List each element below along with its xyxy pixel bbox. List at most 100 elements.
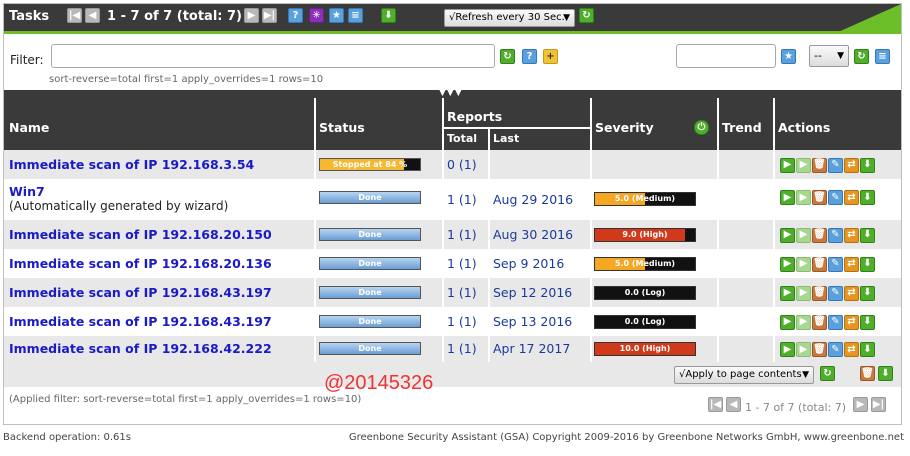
delete-icon[interactable]: 🗑 [812, 227, 827, 243]
clone-icon[interactable]: ⇄ [844, 314, 859, 330]
start-icon[interactable]: ▶ [780, 285, 795, 301]
start-icon[interactable]: ▶ [780, 190, 795, 205]
new-filter-icon[interactable]: + [543, 49, 558, 64]
first-page-icon[interactable]: |◀ [67, 8, 82, 23]
task-name-link[interactable]: Immediate scan of IP 192.168.20.136 [9, 256, 272, 271]
last-page-icon[interactable]: ▶| [262, 8, 277, 23]
task-name-link[interactable]: Immediate scan of IP 192.168.43.197 [9, 285, 272, 300]
task-name-link[interactable]: Immediate scan of IP 192.168.3.54 [9, 157, 254, 172]
refresh-filter-icon[interactable]: ↻ [500, 49, 515, 64]
export-icon[interactable]: ⬇ [860, 227, 875, 243]
report-count-link[interactable]: 1 (1) [447, 227, 477, 242]
last-report-link[interactable]: Sep 12 2016 [493, 285, 572, 300]
resume-icon[interactable]: ▶ [796, 342, 811, 357]
report-count-link[interactable]: 0 (1) [447, 157, 477, 172]
last-report-link[interactable]: Aug 30 2016 [493, 227, 573, 242]
bulk-export-icon[interactable]: ⬇ [878, 366, 893, 381]
edit-icon[interactable]: ✎ [828, 314, 843, 330]
task-name-link[interactable]: Immediate scan of IP 192.168.20.150 [9, 227, 272, 242]
clone-icon[interactable]: ⇄ [844, 256, 859, 272]
report-count-link[interactable]: 1 (1) [447, 285, 477, 300]
switch-filter-icon[interactable]: ↻ [854, 49, 869, 64]
refresh-icon[interactable]: ↻ [579, 8, 594, 23]
export-icon[interactable]: ⬇ [860, 285, 875, 301]
overrides-icon[interactable]: ⏻ [694, 120, 709, 135]
bulk-delete-icon[interactable]: 🗑 [860, 366, 875, 381]
delete-icon[interactable]: 🗑 [812, 190, 827, 205]
last-report-link[interactable]: Sep 9 2016 [493, 256, 564, 271]
resume-icon[interactable]: ▶ [796, 285, 811, 301]
resume-icon[interactable]: ▶ [796, 190, 811, 205]
help-icon[interactable]: ? [288, 8, 303, 23]
report-count-link[interactable]: 1 (1) [447, 256, 477, 271]
bottom-last-page-icon[interactable]: ▶| [871, 397, 886, 412]
edit-icon[interactable]: ✎ [828, 157, 843, 173]
clone-icon[interactable]: ⇄ [844, 285, 859, 301]
start-icon[interactable]: ▶ [780, 342, 795, 357]
save-filter-icon[interactable]: ★ [781, 49, 796, 64]
start-icon[interactable]: ▶ [780, 314, 795, 330]
last-report-link[interactable]: Aug 29 2016 [493, 192, 573, 207]
report-count-link[interactable]: 1 (1) [447, 192, 477, 207]
export-icon[interactable]: ⬇ [860, 157, 875, 173]
col-status[interactable]: Status [319, 120, 365, 135]
col-total[interactable]: Total [447, 132, 477, 145]
edit-icon[interactable]: ✎ [828, 256, 843, 272]
export-icon[interactable]: ⬇ [381, 8, 396, 23]
resume-icon[interactable]: ▶ [796, 227, 811, 243]
last-report-link[interactable]: Sep 13 2016 [493, 314, 572, 329]
last-report-link[interactable]: Apr 17 2017 [493, 341, 570, 356]
action-icons: ▶ ▶ 🗑 ✎ ⇄ ⬇ [780, 227, 875, 243]
col-last[interactable]: Last [493, 132, 519, 145]
export-icon[interactable]: ⬇ [860, 190, 875, 205]
filter-help-icon[interactable]: ? [522, 49, 537, 64]
delete-icon[interactable]: 🗑 [812, 314, 827, 330]
edit-icon[interactable]: ✎ [828, 227, 843, 243]
start-icon[interactable]: ▶ [780, 157, 795, 173]
export-icon[interactable]: ⬇ [860, 256, 875, 272]
edit-icon[interactable]: ✎ [828, 285, 843, 301]
filter-list-icon[interactable]: ≡ [875, 49, 890, 64]
start-icon[interactable]: ▶ [780, 227, 795, 243]
report-count-link[interactable]: 1 (1) [447, 314, 477, 329]
export-icon[interactable]: ⬇ [860, 314, 875, 330]
collapse-icon[interactable]: ▼▼▼ [439, 88, 463, 98]
collapse-divider[interactable]: ▼▼▼ [4, 88, 901, 98]
bulk-refresh-icon[interactable]: ↻ [820, 366, 835, 381]
saved-filter-select[interactable]: -- ▼ [809, 45, 849, 67]
start-icon[interactable]: ▶ [780, 256, 795, 272]
bottom-previous-page-icon[interactable]: ◀ [726, 397, 741, 412]
resume-icon[interactable]: ▶ [796, 157, 811, 173]
next-page-icon[interactable]: ▶ [244, 8, 259, 23]
delete-icon[interactable]: 🗑 [812, 256, 827, 272]
resume-icon[interactable]: ▶ [796, 256, 811, 272]
clone-icon[interactable]: ⇄ [844, 157, 859, 173]
refresh-select[interactable]: √Refresh every 30 Sec. ▼ [444, 9, 575, 27]
bulk-select[interactable]: √Apply to page contents ▼ [674, 366, 814, 384]
col-name[interactable]: Name [9, 120, 49, 135]
col-severity[interactable]: Severity [595, 120, 654, 135]
edit-icon[interactable]: ✎ [828, 342, 843, 357]
report-count-link[interactable]: 1 (1) [447, 341, 477, 356]
bottom-next-page-icon[interactable]: ▶ [853, 397, 868, 412]
task-name-link[interactable]: Immediate scan of IP 192.168.42.222 [9, 341, 272, 356]
filter-name-input[interactable] [676, 44, 776, 68]
filter-input[interactable] [51, 44, 495, 68]
delete-icon[interactable]: 🗑 [812, 285, 827, 301]
task-name-link[interactable]: Win7 [9, 184, 45, 199]
action-icons: ▶ ▶ 🗑 ✎ ⇄ ⬇ [780, 285, 875, 301]
resume-icon[interactable]: ▶ [796, 314, 811, 330]
new-task-icon[interactable]: ★ [329, 8, 344, 23]
clone-icon[interactable]: ⇄ [844, 227, 859, 243]
task-name-link[interactable]: Immediate scan of IP 192.168.43.197 [9, 314, 272, 329]
clone-icon[interactable]: ⇄ [844, 190, 859, 205]
wizard-icon[interactable]: ✳ [309, 8, 324, 23]
delete-icon[interactable]: 🗑 [812, 342, 827, 357]
export-icon[interactable]: ⬇ [860, 342, 875, 357]
clone-icon[interactable]: ⇄ [844, 342, 859, 357]
delete-icon[interactable]: 🗑 [812, 157, 827, 173]
previous-page-icon[interactable]: ◀ [85, 8, 100, 23]
bottom-first-page-icon[interactable]: |◀ [708, 397, 723, 412]
list-icon[interactable]: ≡ [348, 8, 363, 23]
edit-icon[interactable]: ✎ [828, 190, 843, 205]
